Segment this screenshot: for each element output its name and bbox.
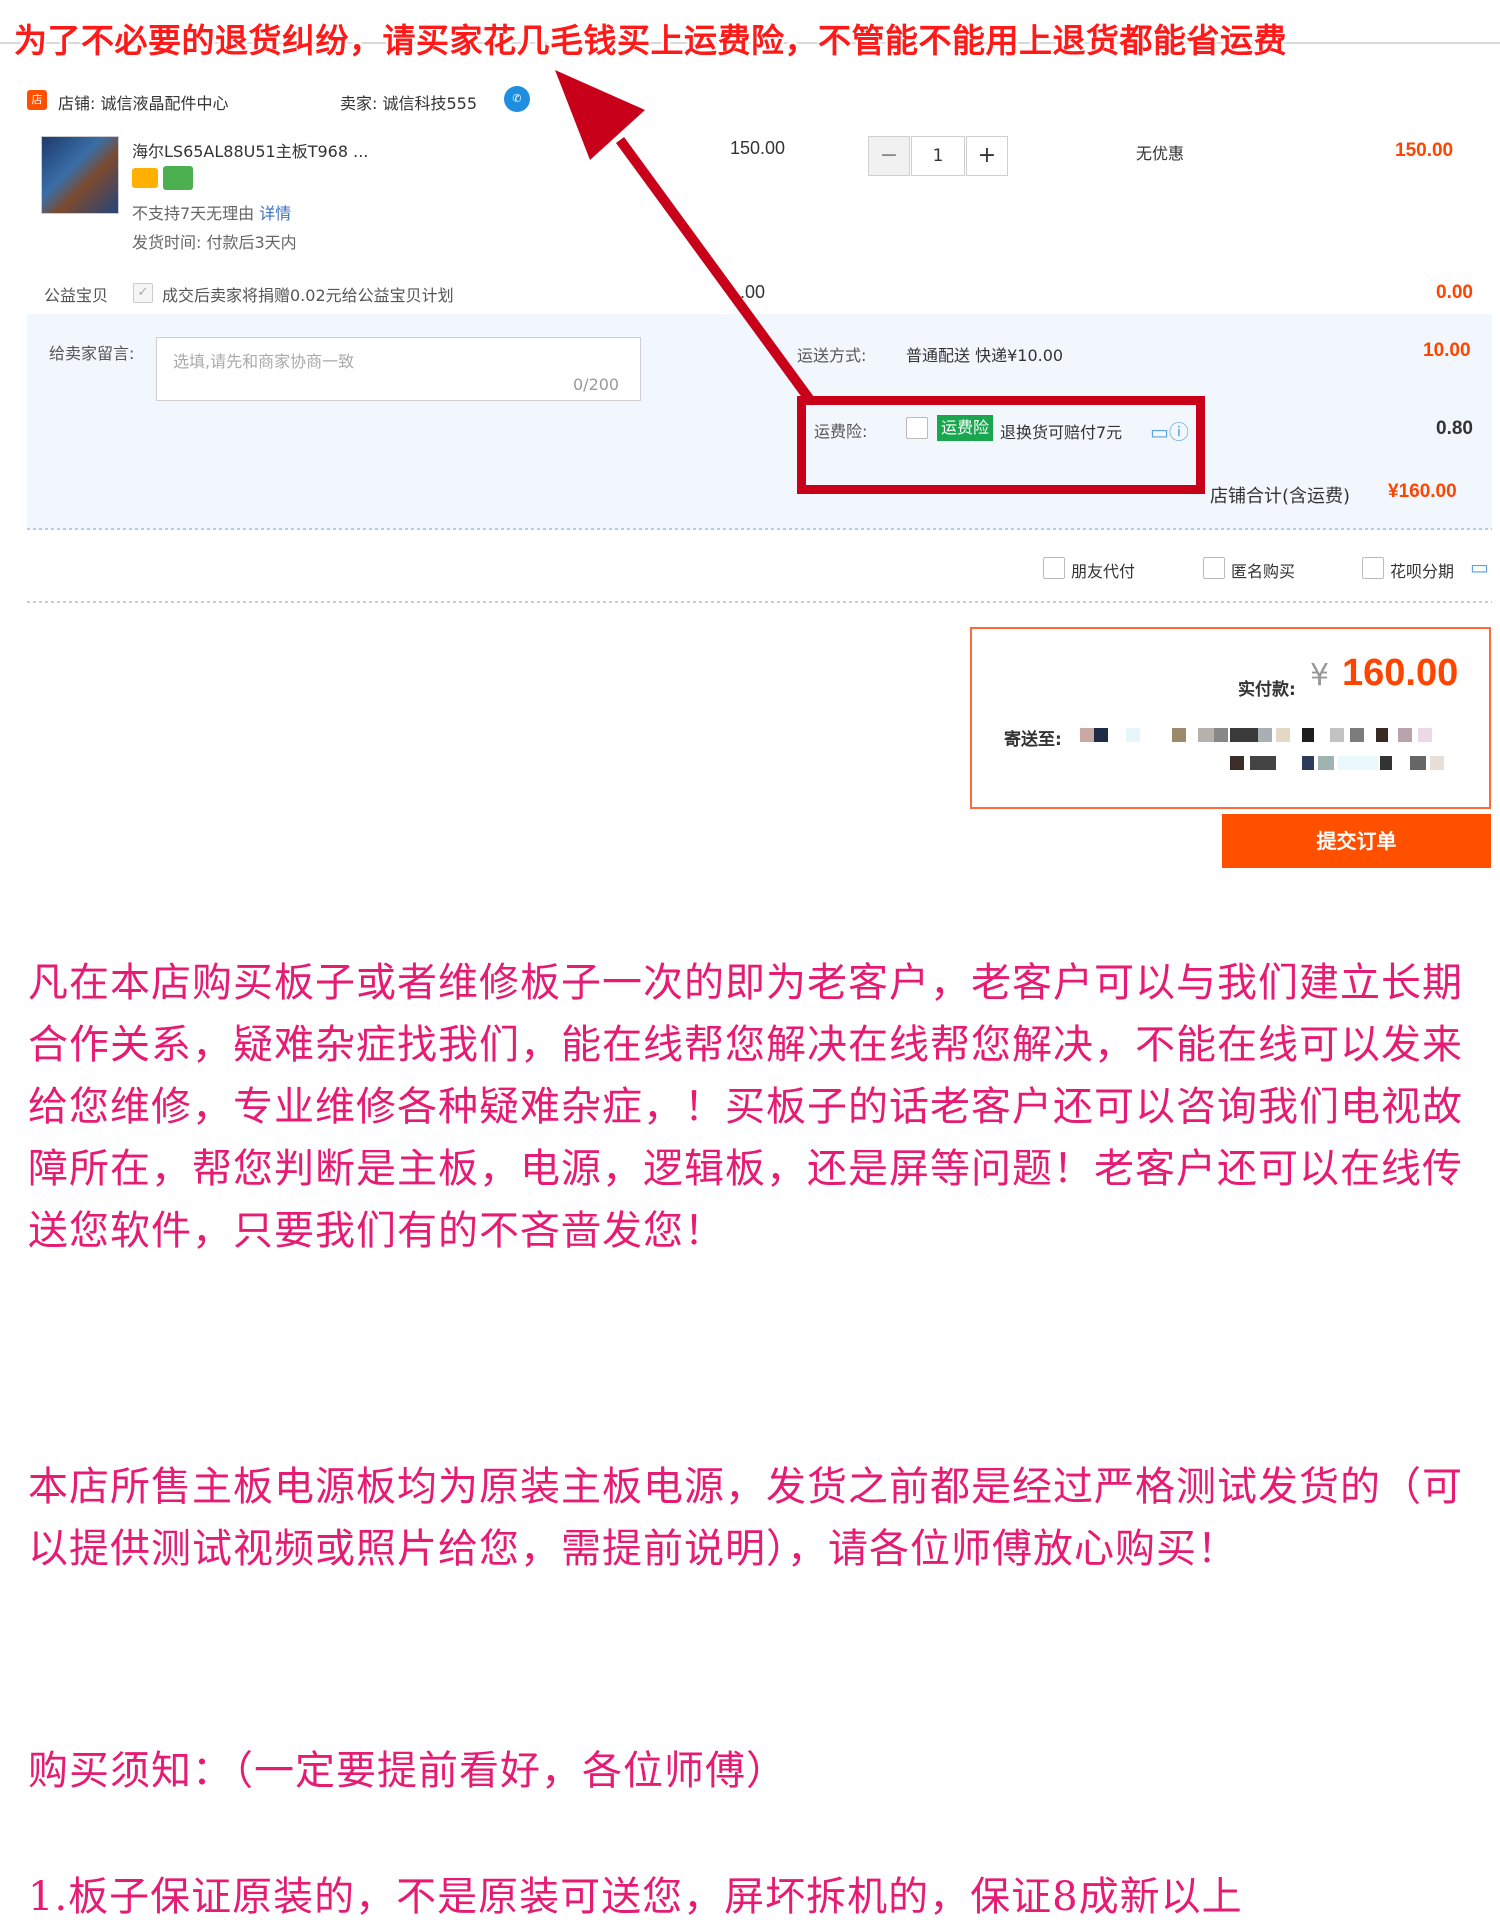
anonymous-checkbox[interactable] bbox=[1203, 557, 1225, 579]
currency-symbol: ¥ bbox=[1310, 658, 1330, 693]
anonymous-label: 匿名购买 bbox=[1231, 562, 1296, 581]
paragraph-notice-item-1: 1.板子保证原装的，不是原装可送您，屏坏拆机的，保证8成新以上 bbox=[28, 1874, 1243, 1920]
submit-order-button[interactable]: 提交订单 bbox=[1222, 814, 1491, 868]
blurred-address bbox=[1080, 728, 1485, 788]
annotation-arrow bbox=[555, 70, 815, 403]
friend-pay-label: 朋友代付 bbox=[1071, 562, 1136, 581]
friend-pay-checkbox[interactable] bbox=[1043, 557, 1065, 579]
ship-to-label: 寄送至: bbox=[1004, 730, 1062, 750]
paragraph-purchase-notice: 购买须知：（一定要提前看好，各位师傅） bbox=[28, 1748, 787, 1794]
section-divider bbox=[27, 528, 1492, 530]
pay-amount: 160.00 bbox=[1342, 652, 1459, 694]
paragraph-original-boards: 本店所售主板电源板均为原装主板电源，发货之前都是经过严格测试发货的（可以提供测试… bbox=[28, 1464, 1463, 1572]
huabei-info-icon[interactable]: ▭ bbox=[1470, 555, 1489, 579]
options-divider bbox=[27, 601, 1492, 603]
huabei-checkbox[interactable] bbox=[1362, 557, 1384, 579]
huabei-label: 花呗分期 bbox=[1390, 562, 1455, 581]
paragraph-loyal-customers: 凡在本店购买板子或者维修板子一次的即为老客户，老客户可以与我们建立长期合作关系，… bbox=[28, 960, 1463, 1254]
pay-label: 实付款: bbox=[1238, 680, 1296, 700]
